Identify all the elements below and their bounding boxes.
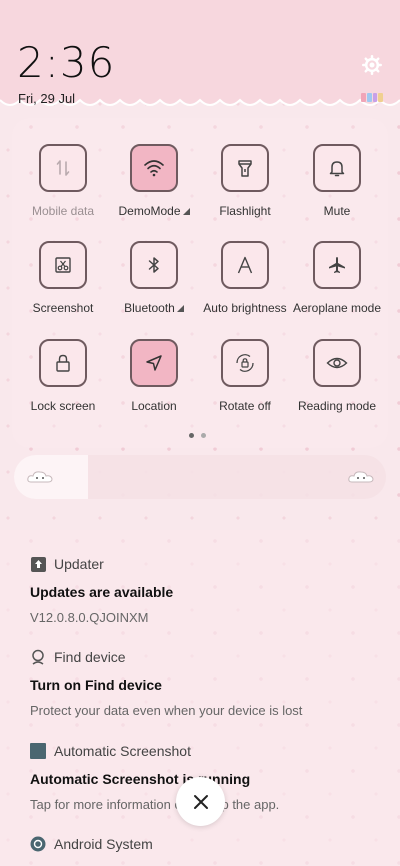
tile-rotate-off[interactable]: Rotate off bbox=[199, 339, 291, 413]
location-toggle[interactable] bbox=[130, 339, 178, 387]
mobile-data-icon bbox=[56, 160, 70, 176]
tile-label: Mute bbox=[323, 204, 351, 218]
expand-indicator-icon bbox=[182, 208, 190, 215]
tile-label: Mobile data bbox=[31, 204, 95, 218]
location-arrow-icon bbox=[146, 355, 162, 371]
tile-mobile-data[interactable]: Mobile data bbox=[17, 144, 109, 218]
tile-auto-brightness[interactable]: Auto brightness bbox=[199, 241, 291, 315]
settings-button[interactable] bbox=[360, 53, 384, 77]
tile-label: Reading mode bbox=[297, 399, 377, 413]
aeroplane-mode-toggle[interactable] bbox=[313, 241, 361, 289]
tile-mute[interactable]: Mute bbox=[291, 144, 383, 218]
notification-body: V12.0.8.0.QJOINXM bbox=[30, 610, 149, 625]
bluetooth-icon bbox=[148, 257, 159, 273]
tile-label: Lock screen bbox=[30, 399, 96, 413]
tile-label: Location bbox=[131, 399, 177, 413]
reading-mode-toggle[interactable] bbox=[313, 339, 361, 387]
tile-location[interactable]: Location bbox=[108, 339, 200, 413]
tile-flashlight[interactable]: Flashlight bbox=[199, 144, 291, 218]
notification-android-system[interactable]: Android System bbox=[30, 836, 390, 852]
automatic-screenshot-app-icon bbox=[30, 743, 46, 759]
lock-icon bbox=[56, 354, 70, 372]
flashlight-toggle[interactable] bbox=[221, 144, 269, 192]
tile-label: Rotate off bbox=[219, 399, 271, 413]
eye-icon bbox=[326, 357, 348, 369]
tile-demomode[interactable]: DemoMode bbox=[108, 144, 200, 218]
tile-label: Flashlight bbox=[219, 204, 271, 218]
expand-indicator-icon bbox=[176, 305, 184, 312]
notification-app-name: Android System bbox=[54, 836, 153, 852]
brightness-low-icon bbox=[27, 471, 53, 483]
tile-aeroplane-mode[interactable]: Aeroplane mode bbox=[291, 241, 383, 315]
page-dot-active bbox=[189, 433, 194, 438]
mobile-data-toggle[interactable] bbox=[39, 144, 87, 192]
brightness-slider[interactable] bbox=[14, 455, 386, 499]
edit-tiles-icon[interactable] bbox=[361, 93, 383, 102]
tile-label: Bluetooth bbox=[124, 301, 175, 315]
mute-toggle[interactable] bbox=[313, 144, 361, 192]
tile-label: DemoMode bbox=[118, 204, 181, 218]
notification-body: Protect your data even when your device … bbox=[30, 703, 303, 718]
notification-app-name: Find device bbox=[54, 649, 126, 665]
rotate-lock-icon bbox=[236, 354, 254, 372]
notification-app-name: Automatic Screenshot bbox=[54, 743, 191, 759]
scissors-icon bbox=[55, 257, 71, 273]
notification-find-device[interactable]: Find device Turn on Find device Protect … bbox=[30, 649, 390, 718]
lock-screen-button[interactable] bbox=[39, 339, 87, 387]
tile-reading-mode[interactable]: Reading mode bbox=[291, 339, 383, 413]
date[interactable]: Fri, 29 Jul bbox=[18, 91, 75, 106]
tile-label: Aeroplane mode bbox=[292, 301, 382, 315]
screenshot-button[interactable] bbox=[39, 241, 87, 289]
bell-icon bbox=[329, 161, 345, 177]
tile-screenshot[interactable]: Screenshot bbox=[17, 241, 109, 315]
bluetooth-toggle[interactable] bbox=[130, 241, 178, 289]
find-device-icon bbox=[32, 649, 44, 665]
tile-label: Auto brightness bbox=[203, 301, 287, 315]
tile-lock-screen[interactable]: Lock screen bbox=[17, 339, 109, 413]
tile-bluetooth[interactable]: Bluetooth bbox=[108, 241, 200, 315]
android-system-icon bbox=[30, 836, 46, 852]
close-icon bbox=[193, 794, 208, 809]
wifi-toggle[interactable] bbox=[130, 144, 178, 192]
gear-icon bbox=[362, 55, 382, 75]
notification-updater[interactable]: Updater Updates are available V12.0.8.0.… bbox=[30, 556, 390, 625]
auto-brightness-icon bbox=[237, 256, 253, 274]
notification-title: Turn on Find device bbox=[30, 677, 162, 693]
updater-icon bbox=[30, 556, 46, 572]
auto-brightness-toggle[interactable] bbox=[221, 241, 269, 289]
brightness-high-icon bbox=[348, 471, 374, 483]
clear-notifications-button[interactable] bbox=[176, 777, 225, 826]
notification-app-name: Updater bbox=[54, 556, 104, 572]
rotate-lock-toggle[interactable] bbox=[221, 339, 269, 387]
airplane-icon bbox=[329, 257, 345, 273]
clock: 2:36 bbox=[17, 38, 116, 87]
flashlight-icon bbox=[238, 160, 252, 177]
notification-title: Updates are available bbox=[30, 584, 174, 600]
page-dot bbox=[201, 433, 206, 438]
page-indicator bbox=[189, 433, 206, 438]
tile-label: Screenshot bbox=[32, 301, 94, 315]
wifi-icon bbox=[144, 160, 164, 177]
